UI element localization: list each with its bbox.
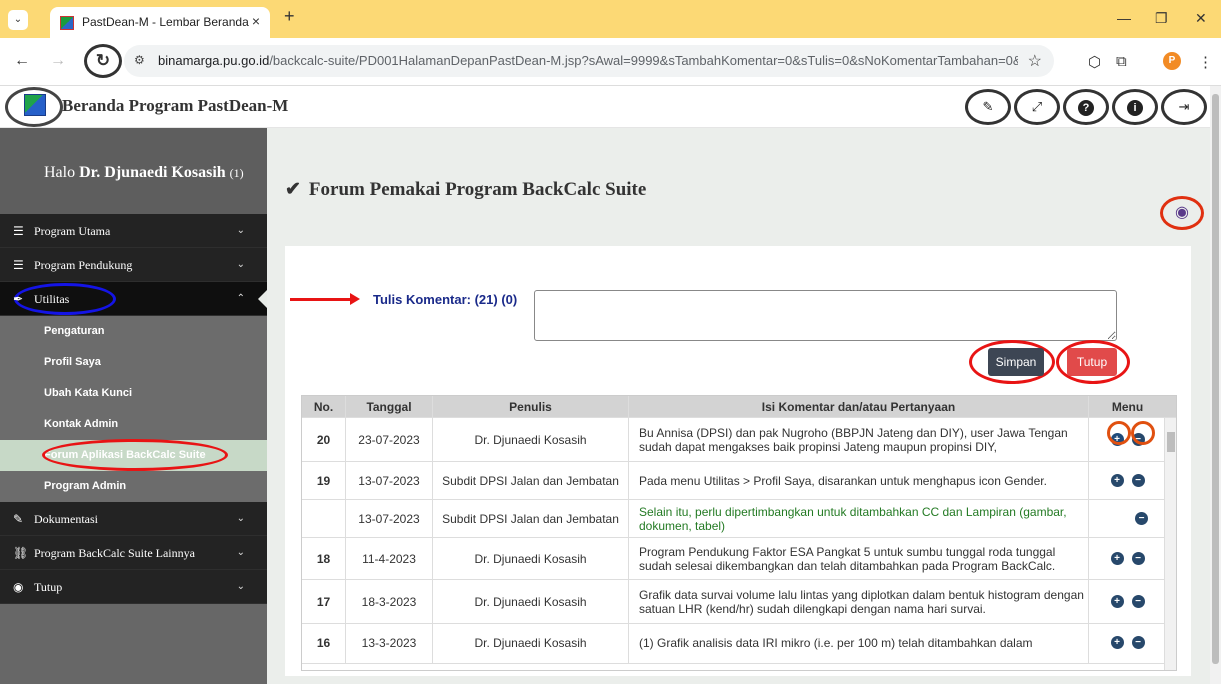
browser-tab-bar: ⌄ PastDean-M - Lembar Beranda × + — ❐ ✕ [0, 0, 1221, 38]
comments-table: No. Tanggal Penulis Isi Komentar dan/ata… [301, 395, 1177, 671]
remove-comment-icon[interactable]: − [1131, 552, 1145, 565]
tab-close-icon[interactable]: × [252, 13, 260, 29]
sidebar-menu: ☰ Program Utama ⌄ ☰ Program Pendukung ⌄ … [0, 214, 267, 604]
table-row: 13-07-2023 Subdit DPSI Jalan dan Jembata… [302, 500, 1176, 538]
circle-icon: ◉ [13, 580, 24, 594]
sidebar-subitem-pengaturan[interactable]: Pengaturan [0, 316, 267, 347]
site-info-icon[interactable]: ⚙ [134, 53, 145, 67]
greeting-panel: Halo Dr. Djunaedi Kosasih (1) [0, 128, 267, 214]
table-row: 17 18-3-2023 Dr. Djunaedi Kosasih Grafik… [302, 580, 1176, 624]
sidebar-subitem-program-admin[interactable]: Program Admin [0, 471, 267, 502]
table-row: 20 23-07-2023 Dr. Djunaedi Kosasih Bu An… [302, 418, 1176, 462]
table-row: 18 11-4-2023 Dr. Djunaedi Kosasih Progra… [302, 538, 1176, 580]
shield-extension-icon[interactable]: ⬡ [1088, 53, 1101, 71]
forward-icon[interactable]: → [50, 52, 66, 70]
table-row: 19 13-07-2023 Subdit DPSI Jalan dan Jemb… [302, 462, 1176, 500]
page-scrollbar[interactable] [1210, 86, 1221, 684]
table-header: No. Tanggal Penulis Isi Komentar dan/ata… [302, 396, 1176, 418]
pencil-icon: ✎ [13, 512, 24, 526]
restore-icon[interactable]: ❐ [1155, 10, 1168, 27]
forum-highlight-ring [42, 439, 228, 471]
minimize-icon[interactable]: — [1117, 10, 1131, 26]
chevron-down-icon: ⌄ [236, 225, 245, 236]
forum-panel: Tulis Komentar: (21) (0) Simpan Tutup No… [285, 246, 1191, 676]
chevron-down-icon: ⌄ [236, 259, 245, 270]
sidebar-item-program-pendukung[interactable]: ☰ Program Pendukung ⌄ [0, 248, 267, 282]
link-icon: ⛓ [13, 546, 29, 560]
sidebar-item-program-utama[interactable]: ☰ Program Utama ⌄ [0, 214, 267, 248]
list-icon: ☰ [13, 224, 24, 238]
row-menu: + − [1089, 538, 1166, 579]
table-scrollbar[interactable] [1164, 418, 1176, 670]
chevron-up-icon: ⌃ [236, 293, 245, 304]
page-title: ✔ Forum Pemakai Program BackCalc Suite [285, 179, 647, 200]
sidebar-item-tutup[interactable]: ◉ Tutup ⌄ [0, 570, 267, 604]
window-close-icon[interactable]: ✕ [1195, 10, 1207, 27]
new-tab-button[interactable]: + [284, 6, 295, 27]
help-icon[interactable]: ? [1063, 89, 1109, 125]
greeting-text: Halo Dr. Djunaedi Kosasih (1) [44, 164, 244, 181]
profile-avatar[interactable]: P [1163, 52, 1181, 70]
tab-favicon-icon [60, 16, 74, 30]
chevron-down-icon: ⌄ [236, 547, 245, 558]
main-content: ✔ Forum Pemakai Program BackCalc Suite ◉ … [267, 128, 1210, 684]
add-comment-icon[interactable]: + [1110, 474, 1124, 487]
expand-icon[interactable]: ⤢ [1014, 89, 1060, 125]
row-menu: + − [1089, 580, 1166, 623]
address-bar: ← → ↻ ⚙ binamarga.pu.go.id/backcalc-suit… [0, 38, 1221, 86]
eye-icon[interactable]: ◉ [1160, 196, 1204, 230]
utilitas-submenu: Pengaturan Profil Saya Ubah Kata Kunci K… [0, 316, 267, 502]
remove-highlight-ring [1131, 421, 1155, 445]
utilitas-highlight-ring [14, 283, 116, 315]
url-text[interactable]: binamarga.pu.go.id/backcalc-suite/PD001H… [158, 53, 1018, 68]
active-caret [258, 290, 267, 308]
edit-pencil-icon[interactable]: ✎ [965, 89, 1011, 125]
sidebar: Halo Dr. Djunaedi Kosasih (1) ☰ Program … [0, 128, 267, 684]
sidebar-subitem-profil-saya[interactable]: Profil Saya [0, 347, 267, 378]
tulis-komentar-label: Tulis Komentar: (21) (0) [373, 292, 518, 307]
add-comment-icon[interactable]: + [1110, 636, 1124, 649]
info-icon[interactable]: i [1112, 89, 1158, 125]
browser-tab[interactable]: PastDean-M - Lembar Beranda × [50, 7, 270, 38]
extensions-puzzle-icon[interactable]: ⧉ [1116, 53, 1127, 70]
app-header: Beranda Program PastDean-M ✎ ⤢ ? i ⇥ [0, 86, 1210, 128]
sidebar-subitem-ubah-kata-kunci[interactable]: Ubah Kata Kunci [0, 378, 267, 409]
add-comment-icon[interactable]: + [1110, 552, 1124, 565]
back-icon[interactable]: ← [14, 52, 30, 70]
tab-search-chevron-icon[interactable]: ⌄ [8, 10, 28, 30]
row-menu: − [1089, 500, 1166, 537]
sidebar-subitem-forum[interactable]: Forum Aplikasi BackCalc Suite [0, 439, 267, 471]
chevron-down-icon: ⌄ [236, 581, 245, 592]
arrow-annotation [290, 293, 360, 305]
remove-comment-icon[interactable]: − [1135, 512, 1148, 525]
reload-icon[interactable]: ↻ [84, 44, 122, 78]
logout-icon[interactable]: ⇥ [1161, 89, 1207, 125]
comment-textarea[interactable] [534, 290, 1117, 341]
browser-menu-icon[interactable]: ⋮ [1198, 53, 1213, 71]
sidebar-subitem-kontak-admin[interactable]: Kontak Admin [0, 409, 267, 440]
row-menu: + − [1089, 624, 1166, 663]
pen-icon: ✒ [13, 292, 24, 306]
sidebar-item-dokumentasi[interactable]: ✎ Dokumentasi ⌄ [0, 502, 267, 536]
sidebar-item-utilitas[interactable]: ✒ Utilitas ⌃ [0, 282, 267, 316]
add-comment-icon[interactable]: + [1110, 595, 1124, 608]
add-highlight-ring [1107, 421, 1131, 445]
bookmark-star-icon[interactable]: ☆ [1028, 51, 1042, 71]
url-omnibox[interactable]: ⚙ binamarga.pu.go.id/backcalc-suite/PD00… [124, 45, 1054, 77]
list-icon: ☰ [13, 258, 24, 272]
table-row: 16 13-3-2023 Dr. Djunaedi Kosasih (1) Gr… [302, 624, 1176, 664]
app-logo-icon[interactable] [24, 94, 46, 116]
remove-comment-icon[interactable]: − [1131, 595, 1145, 608]
tab-title: PastDean-M - Lembar Beranda [82, 15, 249, 29]
row-menu: + − [1089, 462, 1166, 499]
sidebar-item-backcalc-lainnya[interactable]: ⛓ Program BackCalc Suite Lainnya ⌄ [0, 536, 267, 570]
checkmark-icon: ✔ [285, 179, 301, 200]
chevron-down-icon: ⌄ [236, 513, 245, 524]
remove-comment-icon[interactable]: − [1131, 636, 1145, 649]
remove-comment-icon[interactable]: − [1131, 474, 1145, 487]
save-button[interactable]: Simpan [988, 348, 1044, 376]
close-button[interactable]: Tutup [1067, 348, 1117, 376]
app-title: Beranda Program PastDean-M [62, 96, 289, 115]
